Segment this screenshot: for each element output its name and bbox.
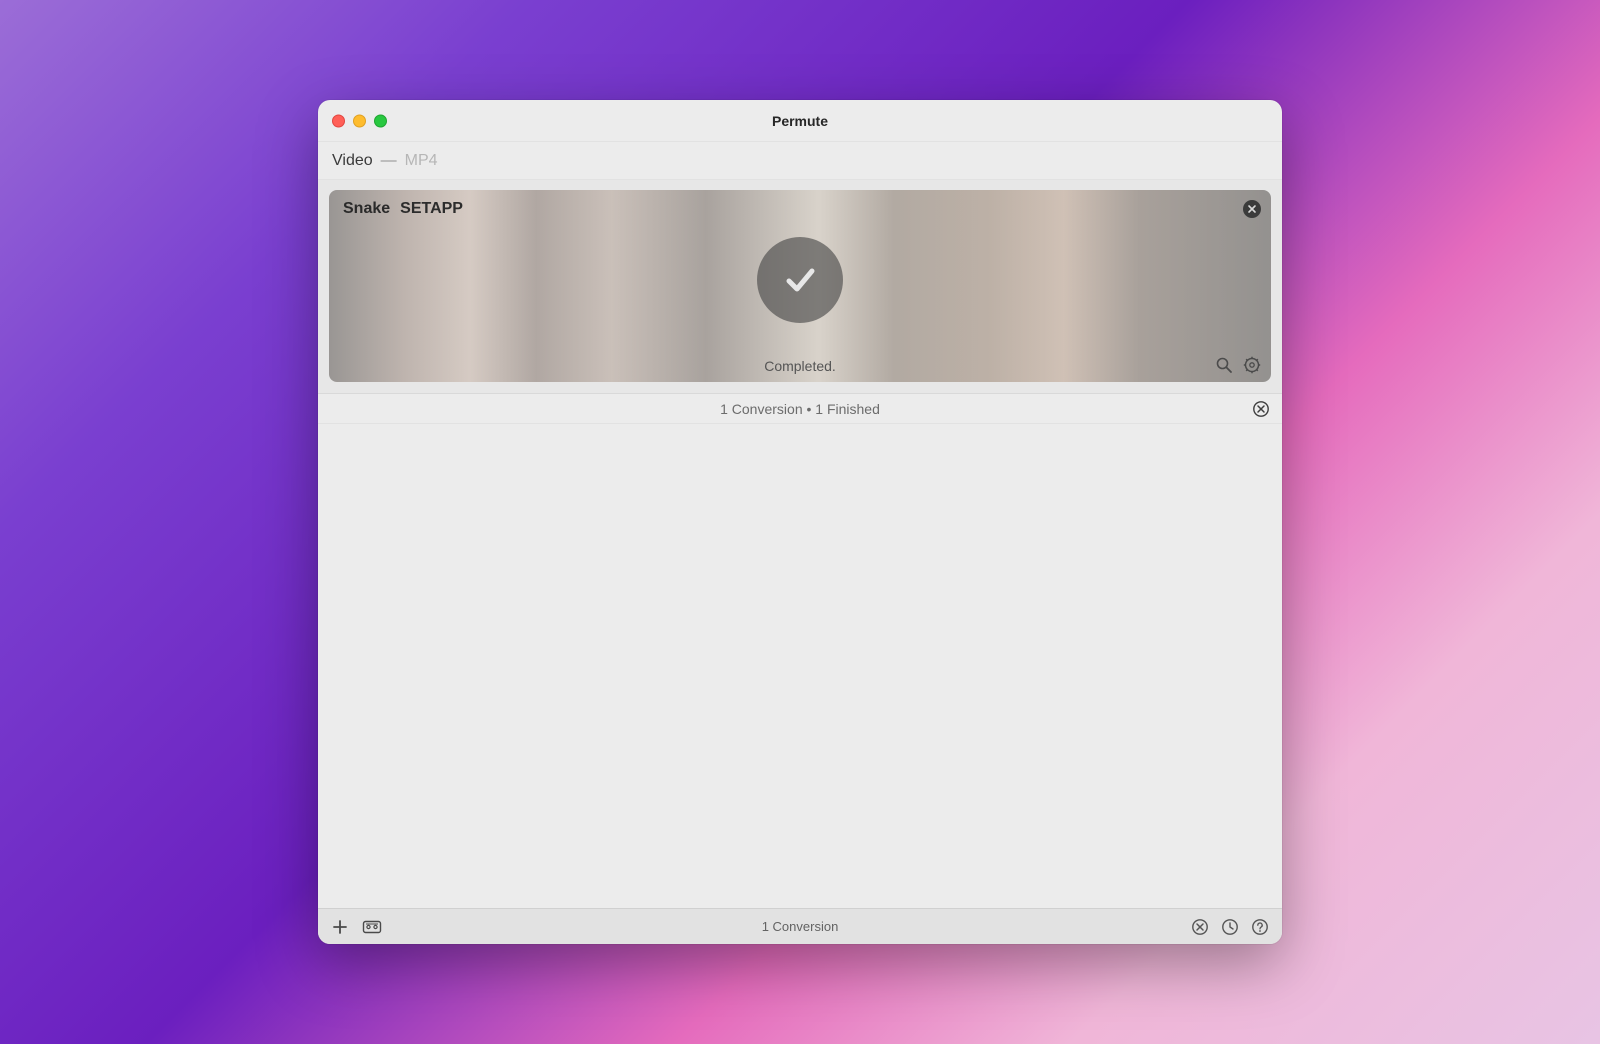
gear-icon [1243, 356, 1261, 374]
close-window-button[interactable] [332, 114, 345, 127]
card-source-label: SETAPP [400, 200, 463, 218]
format-type: Video [332, 152, 373, 170]
presets-button[interactable] [362, 917, 382, 937]
drop-area[interactable] [318, 424, 1282, 908]
close-circle-icon [1252, 400, 1270, 418]
add-files-button[interactable] [330, 917, 350, 937]
card-actions [1213, 354, 1263, 376]
help-button[interactable] [1250, 917, 1270, 937]
footer-left [330, 917, 382, 937]
reveal-in-finder-button[interactable] [1213, 354, 1235, 376]
card-title: Snake SETAPP [329, 190, 1271, 228]
close-icon [1247, 204, 1257, 214]
card-footer: Completed. [329, 352, 1271, 382]
plus-icon [332, 919, 348, 935]
card-settings-button[interactable] [1241, 354, 1263, 376]
format-separator: — [381, 152, 397, 170]
format-bar[interactable]: Video — MP4 [318, 142, 1282, 180]
window-title: Permute [772, 113, 828, 129]
footer-bar: 1 Conversion [318, 908, 1282, 944]
conversion-card[interactable]: Snake SETAPP Completed. [329, 190, 1271, 382]
footer-right [1190, 917, 1270, 937]
card-status: Completed. [764, 358, 836, 374]
title-bar: Permute [318, 100, 1282, 142]
check-icon [777, 257, 823, 303]
history-button[interactable] [1220, 917, 1240, 937]
remove-card-button[interactable] [1243, 200, 1261, 218]
cancel-all-button[interactable] [1190, 917, 1210, 937]
completed-indicator [757, 237, 843, 323]
minimize-window-button[interactable] [353, 114, 366, 127]
app-window: Permute Video — MP4 Snake SETAPP Co [318, 100, 1282, 944]
summary-row: 1 Conversion • 1 Finished [318, 394, 1282, 424]
close-circle-icon [1191, 918, 1209, 936]
footer-status: 1 Conversion [762, 919, 839, 934]
format-name: MP4 [405, 152, 438, 170]
card-file-name: Snake [343, 200, 390, 218]
help-icon [1251, 918, 1269, 936]
fullscreen-window-button[interactable] [374, 114, 387, 127]
queue-area: Snake SETAPP Completed. [318, 180, 1282, 394]
summary-text: 1 Conversion • 1 Finished [720, 401, 880, 417]
clock-icon [1221, 918, 1239, 936]
clear-finished-button[interactable] [1252, 400, 1270, 418]
magnifier-icon [1215, 356, 1233, 374]
preset-icon [362, 919, 382, 935]
traffic-lights [332, 114, 387, 127]
